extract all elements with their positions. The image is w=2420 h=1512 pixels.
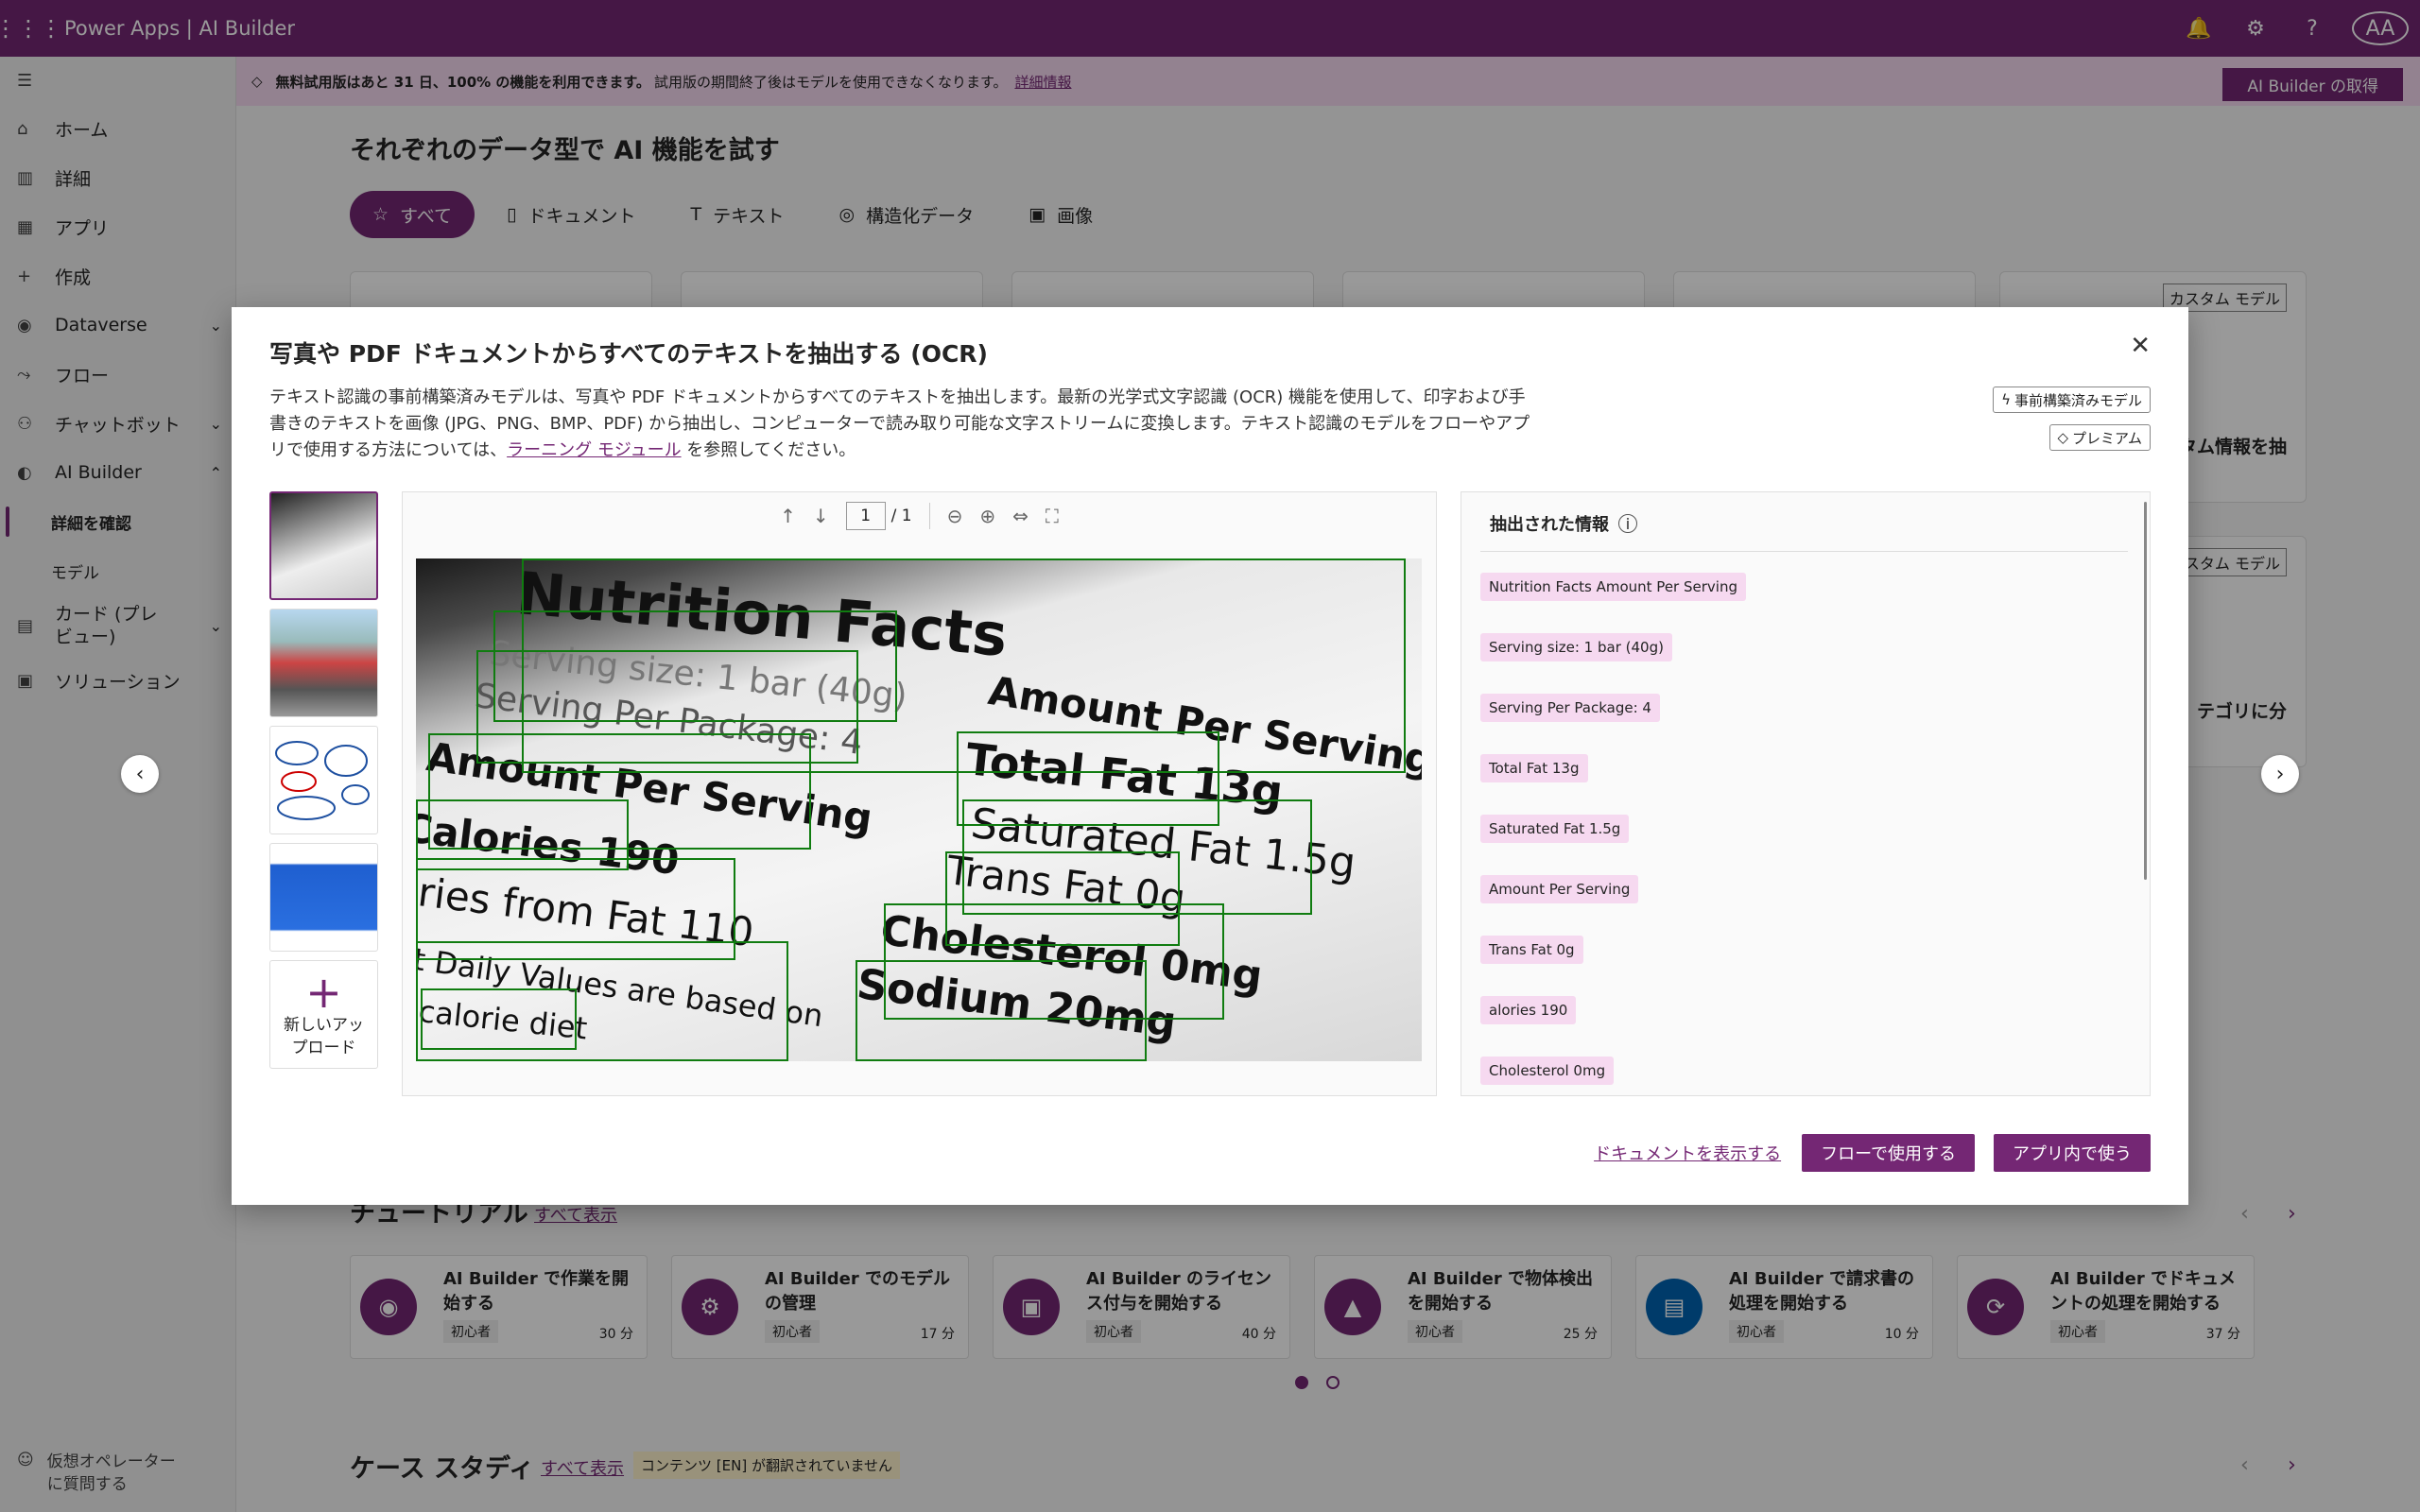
panel-divider: [1480, 551, 2128, 552]
learning-module-link[interactable]: ラーニング モジュール: [507, 440, 681, 460]
use-in-flow-button[interactable]: フローで使用する: [1802, 1134, 1975, 1172]
close-icon[interactable]: ✕: [2130, 332, 2151, 360]
nutrition-facts-image: Nutrition Facts Amount Per Serving Servi…: [416, 558, 1422, 1061]
panel-scrollbar[interactable]: [2144, 502, 2147, 880]
thumbnail-handwriting[interactable]: [269, 726, 378, 834]
extracted-chip[interactable]: Serving size: 1 bar (40g): [1480, 633, 1672, 662]
use-in-app-button[interactable]: アプリ内で使う: [1994, 1134, 2151, 1172]
extracted-chip[interactable]: Saturated Fat 1.5g: [1480, 815, 1630, 843]
sample-thumbnails: + 新しいアップロード: [269, 491, 378, 1069]
dialog-footer: ドキュメントを表示する フローで使用する アプリ内で使う: [1594, 1134, 2151, 1172]
arrow-down-icon[interactable]: ↓: [813, 505, 829, 527]
lightning-icon: ϟ: [2001, 391, 2011, 408]
extracted-chip[interactable]: Nutrition Facts Amount Per Serving: [1480, 573, 1746, 601]
extracted-text-list: Nutrition Facts Amount Per Serving Servi…: [1480, 573, 1746, 1117]
extracted-chip[interactable]: Trans Fat 0g: [1480, 936, 1583, 964]
extracted-info-panel: 抽出された情報 i Nutrition Facts Amount Per Serv…: [1461, 491, 2151, 1096]
description-text: テキスト認識の事前構築済みモデルは、写真や PDF ドキュメントからすべてのテキ…: [269, 387, 1530, 460]
panel-title: 抽出された情報: [1490, 515, 1609, 535]
document-viewer: ↑ ↓ 1 / 1 ⊖ ⊕ ⇔ ⛶ Nutrition Facts Amount…: [402, 491, 1437, 1096]
extracted-chip[interactable]: Serving Per Package: 4: [1480, 694, 1660, 722]
speech-bubbles-image: [275, 741, 370, 820]
dialog-description: テキスト認識の事前構築済みモデルは、写真や PDF ドキュメントからすべてのテキ…: [269, 385, 1536, 464]
page-number-input[interactable]: 1: [845, 502, 886, 530]
fit-page-icon[interactable]: ⛶: [1046, 505, 1059, 527]
modal-prev-arrow-icon[interactable]: ‹: [121, 755, 159, 793]
ocr-bounding-box[interactable]: [421, 988, 577, 1050]
extracted-chip[interactable]: Cholesterol 0mg: [1480, 1057, 1615, 1085]
panel-header: 抽出された情報 i: [1490, 511, 1637, 536]
tag-label: プレミアム: [2072, 429, 2142, 447]
tag-label: 事前構築済みモデル: [2014, 391, 2142, 409]
dialog-title: 写真や PDF ドキュメントからすべてのテキストを抽出する (OCR): [269, 340, 988, 368]
premium-tag: ◇ プレミアム: [2048, 424, 2151, 451]
prebuilt-model-tag: ϟ 事前構築済みモデル: [1993, 387, 2151, 413]
description-text-end: を参照してください。: [681, 440, 856, 460]
ocr-dialog: 写真や PDF ドキュメントからすべてのテキストを抽出する (OCR) ✕ テキ…: [232, 307, 2188, 1205]
viewer-toolbar: ↑ ↓ 1 / 1 ⊖ ⊕ ⇔ ⛶: [403, 502, 1436, 530]
fit-width-icon[interactable]: ⇔: [1012, 505, 1028, 527]
arrow-up-icon[interactable]: ↑: [780, 505, 796, 527]
plus-icon: +: [305, 966, 342, 1018]
thumbnail-container[interactable]: [269, 843, 378, 952]
info-icon[interactable]: i: [1618, 514, 1637, 533]
upload-label: 新しいアップロード: [284, 1015, 364, 1057]
zoom-in-icon[interactable]: ⊕: [979, 505, 995, 527]
ocr-bounding-box[interactable]: [856, 960, 1147, 1061]
thumbnail-nutrition[interactable]: [269, 491, 378, 600]
extracted-chip[interactable]: Amount Per Serving: [1480, 875, 1639, 903]
toolbar-divider: [928, 503, 930, 529]
modal-next-arrow-icon[interactable]: ›: [2261, 755, 2299, 793]
view-document-link[interactable]: ドキュメントを表示する: [1594, 1141, 1781, 1165]
diamond-icon: ◇: [2057, 429, 2069, 446]
extracted-chip[interactable]: alories 190: [1480, 996, 1577, 1024]
new-upload-button[interactable]: + 新しいアップロード: [269, 960, 378, 1069]
page-total: / 1: [890, 507, 912, 525]
zoom-out-icon[interactable]: ⊖: [947, 505, 963, 527]
thumbnail-street[interactable]: [269, 609, 378, 717]
extracted-chip[interactable]: Total Fat 13g: [1480, 754, 1588, 782]
